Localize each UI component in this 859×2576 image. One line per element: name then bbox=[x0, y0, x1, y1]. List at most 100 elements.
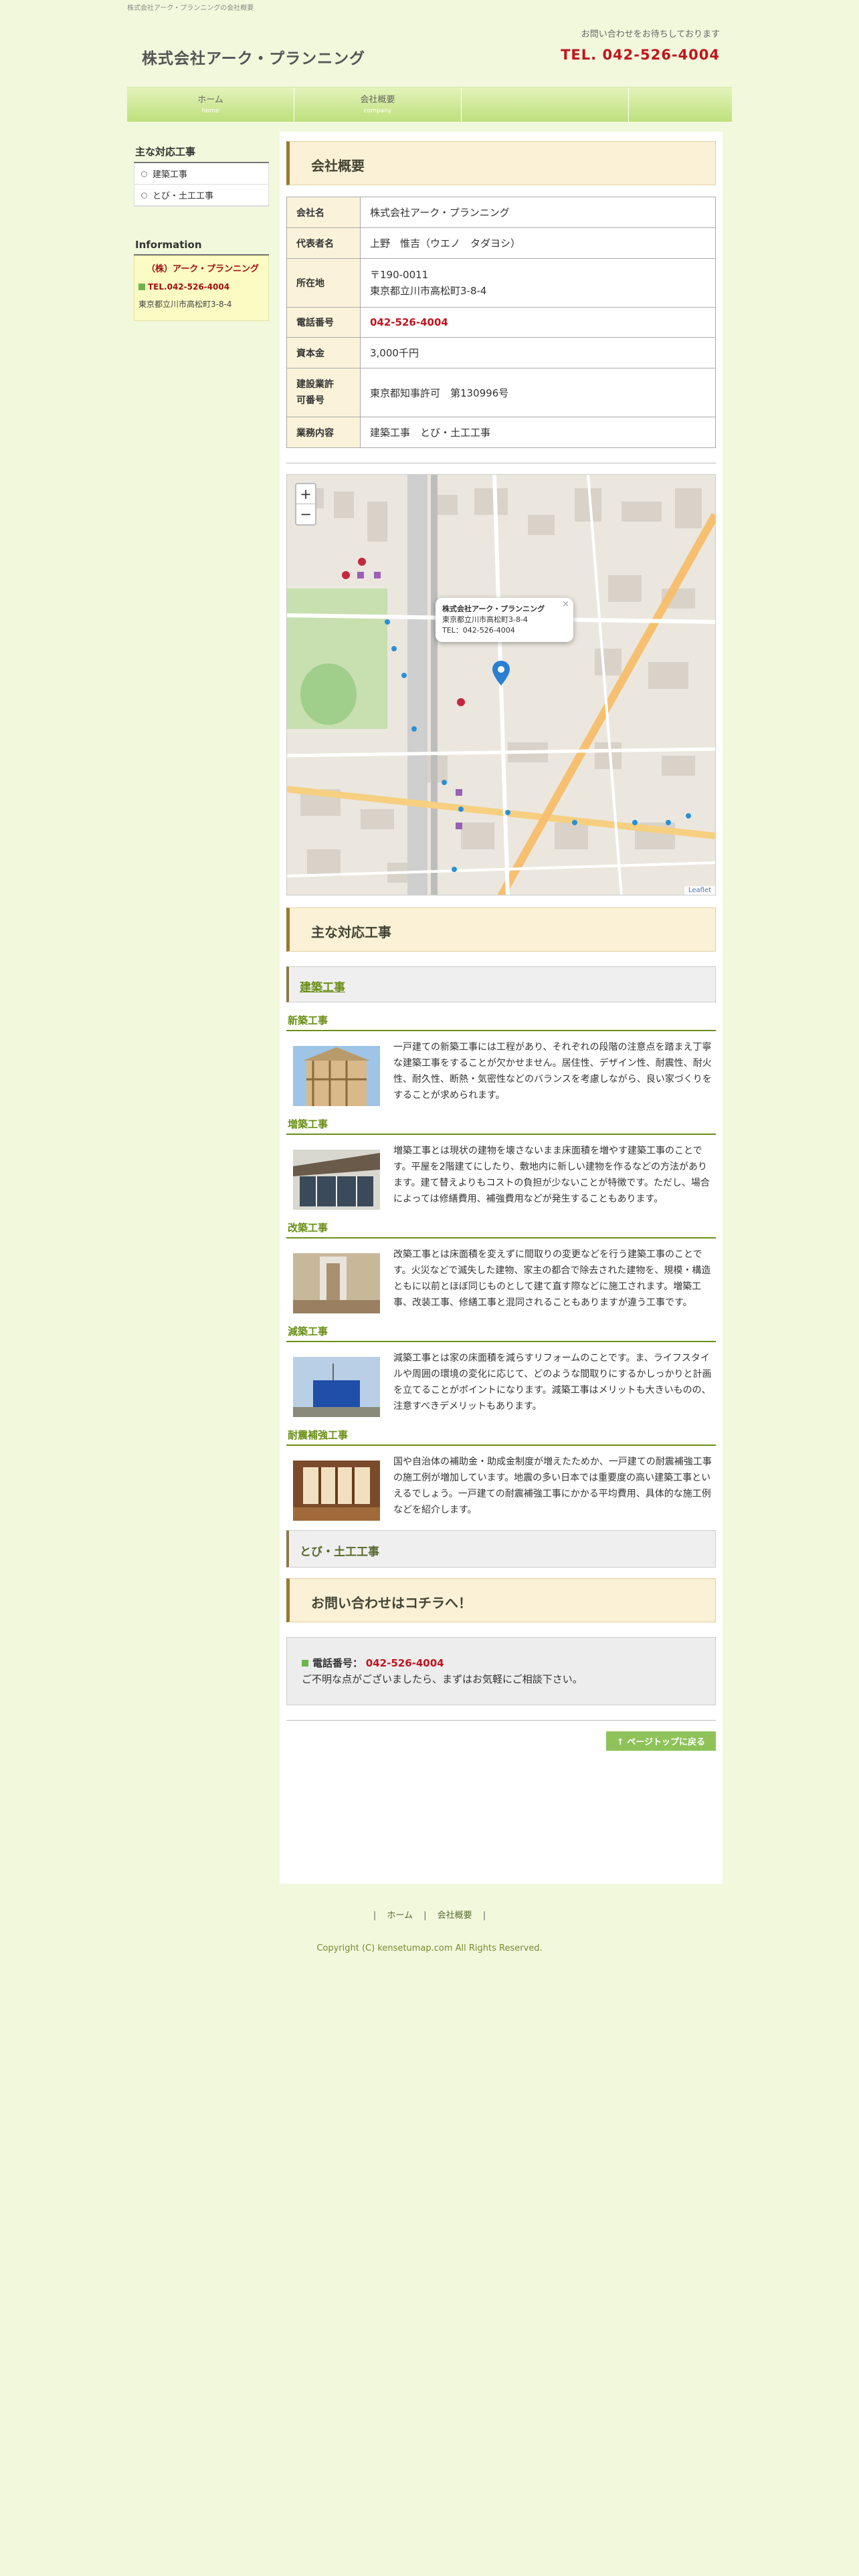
service-item: 一戸建ての新築工事には工程があり、それぞれの段階の注意点を踏まえ丁寧な建築工事を… bbox=[286, 1039, 716, 1106]
row-label: 建設業許 可番号 bbox=[286, 368, 361, 417]
company-heading: 会社概要 bbox=[286, 141, 716, 185]
phone-square-icon bbox=[302, 1660, 308, 1667]
footer-link-home[interactable]: ホーム bbox=[387, 1911, 413, 1921]
sidebar-item-label: とび・土工工事 bbox=[153, 191, 214, 201]
nav-label: ホーム bbox=[197, 95, 223, 105]
services-heading: 主な対応工事 bbox=[286, 907, 716, 952]
service-item: 増築工事とは現状の建物を壊さないまま床面積を増やす建築工事のことです。平屋を2階… bbox=[286, 1143, 716, 1210]
footer-separator: | bbox=[423, 1911, 427, 1921]
site-header: 株式会社アーク・プランニング お問い合わせをお待ちしております TEL. 042… bbox=[127, 12, 732, 87]
table-row: 電話番号 042-526-4004 bbox=[286, 307, 716, 338]
row-label: 資本金 bbox=[286, 337, 361, 368]
new-build-photo bbox=[293, 1046, 380, 1106]
info-box: （株）アーク・プランニング TEL.042-526-4004 東京都立川市高松町… bbox=[134, 255, 269, 321]
table-row: 会社名 株式会社アーク・プランニング bbox=[286, 197, 716, 228]
sidebar-item-construction[interactable]: 建築工事 bbox=[134, 163, 268, 185]
row-label: 電話番号 bbox=[286, 307, 361, 338]
popup-tel: TEL：042-526-4004 bbox=[442, 626, 515, 635]
reduction-photo bbox=[293, 1357, 380, 1417]
service-title: 増築工事 bbox=[286, 1117, 716, 1135]
zoom-out-button[interactable]: − bbox=[296, 504, 315, 524]
bullet-icon bbox=[141, 193, 147, 199]
map-attribution[interactable]: Leaflet bbox=[684, 886, 715, 895]
table-row: 建設業許 可番号 東京都知事許可 第130996号 bbox=[286, 368, 716, 417]
page-top-button[interactable]: ↑ ページトップに戻る bbox=[605, 1731, 716, 1751]
page-wrapper: 株式会社アーク・プランニングの会社概要 株式会社アーク・プランニング お問い合わ… bbox=[127, 0, 732, 1953]
map-zoom-control: + − bbox=[295, 483, 316, 526]
service-title: 耐震補強工事 bbox=[286, 1428, 716, 1446]
sidebar-services-title: 主な対応工事 bbox=[134, 140, 269, 163]
row-value: 建築工事 とび・土工工事 bbox=[360, 417, 716, 448]
nav-item-home[interactable]: ホーム home bbox=[127, 88, 294, 122]
map-popup: × 株式会社アーク・プランニング 東京都立川市高松町3-8-4 TEL：042-… bbox=[436, 598, 573, 642]
row-value: 〒190-0011 東京都立川市高松町3-8-4 bbox=[360, 258, 716, 308]
table-row: 業務内容 建築工事 とび・土工工事 bbox=[286, 417, 716, 448]
row-label: 代表者名 bbox=[286, 227, 361, 259]
contact-phone-line: 電話番号： 042-526-4004 bbox=[302, 1655, 700, 1671]
header-tel: TEL. 042-526-4004 bbox=[561, 47, 720, 63]
sidebar-services-list: 建築工事 とび・土工工事 bbox=[134, 163, 269, 207]
company-table: 会社名 株式会社アーク・プランニング 代表者名 上野 惟吉（ウエノ タダヨシ） 所在… bbox=[286, 197, 716, 448]
footer-link-company[interactable]: 会社概要 bbox=[438, 1911, 472, 1921]
service-text: 一戸建ての新築工事には工程があり、それぞれの段階の注意点を踏まえ丁寧な建築工事を… bbox=[393, 1042, 712, 1101]
zoom-in-button[interactable]: + bbox=[296, 484, 315, 504]
tobi-heading[interactable]: とび・土工工事 bbox=[286, 1530, 716, 1568]
table-row: 所在地 〒190-0011 東京都立川市高松町3-8-4 bbox=[286, 258, 716, 308]
contact-phone: 042-526-4004 bbox=[365, 1657, 444, 1669]
service-text: 減築工事とは家の床面積を減らすリフォームのことです。ま、ライフスタイルや周囲の環… bbox=[393, 1353, 712, 1412]
row-label: 所在地 bbox=[286, 258, 361, 308]
service-item: 改築工事とは床面積を変えずに間取りの変更などを行う建築工事のことです。火災などで… bbox=[286, 1247, 716, 1313]
divider bbox=[286, 1720, 716, 1721]
service-title: 新築工事 bbox=[286, 1013, 716, 1031]
row-value: 3,000千円 bbox=[360, 337, 716, 368]
service-item: 減築工事とは家の床面積を減らすリフォームのことです。ま、ライフスタイルや周囲の環… bbox=[286, 1350, 716, 1417]
top-note: 株式会社アーク・プランニングの会社概要 bbox=[127, 5, 254, 12]
map-tiles[interactable] bbox=[287, 475, 715, 895]
service-text: 増築工事とは現状の建物を壊さないまま床面積を増やす建築工事のことです。平屋を2階… bbox=[393, 1146, 710, 1204]
sidebar-info-title: Information bbox=[134, 235, 269, 255]
contact-note: ご不明な点がございましたら、まずはお気軽にご相談下さい。 bbox=[302, 1673, 583, 1685]
map-widget[interactable]: + − × 株式会社アーク・プランニング 東京都立川市高松町3-8-4 TEL：… bbox=[286, 474, 716, 895]
contact-box: 電話番号： 042-526-4004 ご不明な点がございましたら、まずはお気軽に… bbox=[286, 1637, 716, 1705]
popup-address: 東京都立川市高松町3-8-4 bbox=[442, 615, 528, 624]
info-company-name: （株）アーク・プランニング bbox=[147, 264, 259, 274]
row-value: 株式会社アーク・プランニング bbox=[360, 197, 716, 228]
close-icon[interactable]: × bbox=[562, 599, 569, 610]
footer-nav: | ホーム | 会社概要 | bbox=[127, 1908, 732, 1921]
main-content: 会社概要 会社名 株式会社アーク・プランニング 代表者名 上野 惟吉（ウエノ タダヨ… bbox=[280, 132, 723, 1884]
copyright: Copyright (C) kensetumap.com All Rights … bbox=[316, 1943, 543, 1953]
sidebar-item-tobi[interactable]: とび・土工工事 bbox=[134, 185, 268, 206]
seismic-photo bbox=[293, 1461, 380, 1521]
renovation-photo bbox=[293, 1253, 380, 1313]
info-address: 東京都立川市高松町3-8-4 bbox=[138, 300, 232, 309]
content-columns: 主な対応工事 建築工事 とび・土工工事 Information （株）アーク・プ… bbox=[127, 132, 732, 1884]
nav-item-company[interactable]: 会社概要 company bbox=[294, 88, 462, 122]
row-label: 会社名 bbox=[286, 197, 361, 228]
footer-separator: | bbox=[373, 1911, 377, 1921]
contact-note: お問い合わせをお待ちしております bbox=[581, 29, 720, 39]
row-value-tel: 042-526-4004 bbox=[360, 307, 716, 338]
contact-heading: お問い合わせはコチラへ！ bbox=[286, 1578, 716, 1622]
service-item: 国や自治体の補助金・助成金制度が増えたためか、一戸建ての耐震補強工事の施工例が増… bbox=[286, 1454, 716, 1521]
table-row: 代表者名 上野 惟吉（ウエノ タダヨシ） bbox=[286, 227, 716, 259]
nav-sub: home bbox=[201, 108, 219, 114]
site-logo[interactable]: 株式会社アーク・プランニング bbox=[142, 45, 365, 68]
service-title: 減築工事 bbox=[286, 1324, 716, 1342]
sidebar-item-label: 建築工事 bbox=[153, 170, 188, 180]
row-value: 上野 惟吉（ウエノ タダヨシ） bbox=[360, 227, 716, 259]
global-nav: ホーム home 会社概要 company bbox=[127, 87, 732, 122]
row-label: 業務内容 bbox=[286, 417, 361, 448]
construction-heading[interactable]: 建築工事 bbox=[286, 966, 716, 1002]
nav-sub: company bbox=[363, 108, 392, 114]
service-title: 改築工事 bbox=[286, 1220, 716, 1239]
footer-separator: | bbox=[482, 1911, 486, 1921]
info-tel: TEL.042-526-4004 bbox=[138, 282, 264, 292]
row-value: 東京都知事許可 第130996号 bbox=[360, 368, 716, 417]
nav-label: 会社概要 bbox=[360, 95, 395, 105]
bullet-icon bbox=[141, 171, 147, 177]
table-row: 資本金 3,000千円 bbox=[286, 337, 716, 368]
extension-photo bbox=[293, 1150, 380, 1210]
nav-item-empty bbox=[462, 88, 629, 122]
popup-name: 株式会社アーク・プランニング bbox=[442, 605, 545, 613]
service-text: 国や自治体の補助金・助成金制度が増えたためか、一戸建ての耐震補強工事の施工例が増… bbox=[393, 1457, 712, 1515]
